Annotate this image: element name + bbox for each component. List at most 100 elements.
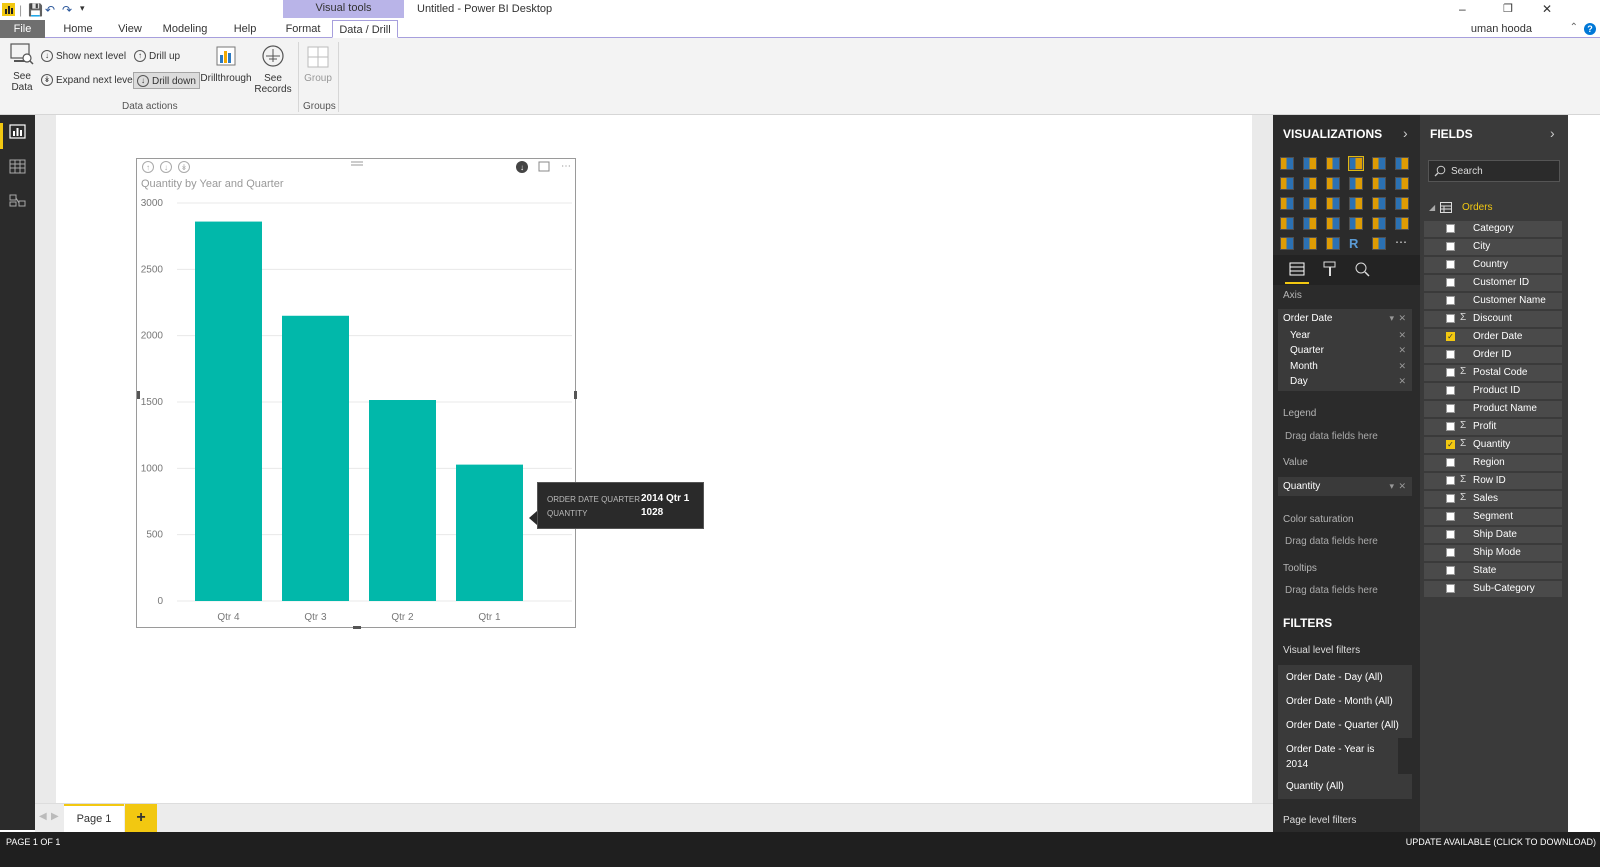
field-ship-date[interactable]: Ship Date xyxy=(1424,527,1562,543)
field-city[interactable]: City xyxy=(1424,239,1562,255)
field-state[interactable]: State xyxy=(1424,563,1562,579)
bar-qtr-2[interactable] xyxy=(369,400,436,601)
field-postal-code[interactable]: Σ Postal Code xyxy=(1424,365,1562,381)
stacked-column-viz-icon[interactable] xyxy=(1303,157,1317,170)
field-segment[interactable]: Segment xyxy=(1424,509,1562,525)
data-view-icon[interactable] xyxy=(9,159,26,174)
filter-order-date-day[interactable]: Order Date - Day (All) xyxy=(1278,665,1412,690)
tab-help[interactable]: Help xyxy=(228,20,262,38)
bar-chart[interactable]: ↑ ↓ ↡ ↓ ⋯ Quantity by Year and Quarter 0… xyxy=(137,159,577,629)
see-records-button[interactable]: See Records xyxy=(254,44,292,95)
field-row-id[interactable]: Σ Row ID xyxy=(1424,473,1562,489)
expand-table-icon[interactable]: ◢ xyxy=(1429,203,1435,212)
100-column-viz-icon[interactable] xyxy=(1395,157,1409,170)
tab-format[interactable]: Format xyxy=(283,20,323,38)
field-checkbox[interactable] xyxy=(1446,296,1455,305)
card-viz-icon[interactable] xyxy=(1349,217,1363,230)
filter-order-date-month[interactable]: Order Date - Month (All) xyxy=(1278,689,1412,714)
axis-well[interactable]: Order Date ▾ ✕ Year ✕ Quarter ✕ Month ✕ … xyxy=(1278,309,1412,391)
more-options-icon[interactable]: ⋯ xyxy=(561,161,571,172)
remove-field-icon[interactable]: ✕ xyxy=(1398,313,1406,324)
remove-level-icon[interactable]: ✕ xyxy=(1398,345,1406,356)
bar-chart-visual[interactable]: ↑ ↓ ↡ ↓ ⋯ Quantity by Year and Quarter 0… xyxy=(136,158,577,629)
field-checkbox[interactable]: ✓ xyxy=(1446,332,1455,341)
see-data-button[interactable]: See Data xyxy=(8,42,36,93)
field-checkbox[interactable] xyxy=(1446,530,1455,539)
tab-modeling[interactable]: Modeling xyxy=(160,20,210,38)
analytics-magnifier-icon[interactable] xyxy=(1354,261,1370,277)
stacked-bar-viz-icon[interactable] xyxy=(1280,157,1294,170)
collapse-fields-icon[interactable]: › xyxy=(1550,125,1555,141)
field-checkbox[interactable] xyxy=(1446,494,1455,503)
filled-map-viz-icon[interactable] xyxy=(1280,217,1294,230)
next-page-icon[interactable]: ▶ xyxy=(51,811,59,822)
more-viz-icon[interactable]: ⋯ xyxy=(1395,236,1409,250)
axis-level-day[interactable]: Day xyxy=(1290,376,1308,387)
tab-view[interactable]: View xyxy=(112,20,148,38)
focus-mode-icon[interactable] xyxy=(538,161,550,172)
area-viz-icon[interactable] xyxy=(1303,177,1317,190)
bar-qtr-3[interactable] xyxy=(282,315,349,601)
line-column-viz-icon[interactable] xyxy=(1349,177,1363,190)
field-sales[interactable]: Σ Sales xyxy=(1424,491,1562,507)
update-available-link[interactable]: UPDATE AVAILABLE (CLICK TO DOWNLOAD) xyxy=(1406,837,1596,847)
r-visual-viz-icon[interactable]: R xyxy=(1349,237,1363,250)
dropdown-icon[interactable]: ▾ xyxy=(1389,481,1394,492)
map-viz-icon[interactable] xyxy=(1395,197,1409,210)
value-well[interactable]: Quantity ▾ ✕ xyxy=(1278,477,1412,496)
collapse-visualizations-icon[interactable]: › xyxy=(1403,125,1408,141)
slicer-viz-icon[interactable] xyxy=(1280,237,1294,250)
scatter-viz-icon[interactable] xyxy=(1303,197,1317,210)
drill-down-button[interactable]: ↓ Drill down xyxy=(133,72,200,89)
globe-viz-icon[interactable] xyxy=(1372,237,1386,250)
table-orders[interactable]: Orders xyxy=(1462,202,1493,213)
remove-level-icon[interactable]: ✕ xyxy=(1398,330,1406,341)
value-field-quantity[interactable]: Quantity xyxy=(1283,481,1320,492)
color-saturation-drop-zone[interactable]: Drag data fields here xyxy=(1285,536,1378,547)
filter-quantity[interactable]: Quantity (All) xyxy=(1278,774,1412,799)
100-bar-viz-icon[interactable] xyxy=(1372,157,1386,170)
field-checkbox[interactable] xyxy=(1446,584,1455,593)
field-checkbox[interactable] xyxy=(1446,242,1455,251)
show-next-level-button[interactable]: ↓ Show next level xyxy=(41,48,126,65)
field-checkbox[interactable] xyxy=(1446,566,1455,575)
field-region[interactable]: Region xyxy=(1424,455,1562,471)
axis-level-year[interactable]: Year xyxy=(1290,330,1310,341)
stacked-area-viz-icon[interactable] xyxy=(1326,177,1340,190)
field-order-date[interactable]: ✓ Order Date xyxy=(1424,329,1562,345)
user-name[interactable]: uman hooda xyxy=(1471,23,1532,35)
line-viz-icon[interactable] xyxy=(1280,177,1294,190)
field-checkbox[interactable] xyxy=(1446,386,1455,395)
field-profit[interactable]: Σ Profit xyxy=(1424,419,1562,435)
field-checkbox[interactable] xyxy=(1446,368,1455,377)
axis-field-order-date[interactable]: Order Date xyxy=(1283,313,1332,324)
tab-home[interactable]: Home xyxy=(58,20,98,38)
field-checkbox[interactable] xyxy=(1446,350,1455,359)
clustered-bar-viz-icon[interactable] xyxy=(1326,157,1340,170)
field-customer-name[interactable]: Customer Name xyxy=(1424,293,1562,309)
field-customer-id[interactable]: Customer ID xyxy=(1424,275,1562,291)
remove-level-icon[interactable]: ✕ xyxy=(1398,376,1406,387)
multi-row-card-viz-icon[interactable] xyxy=(1372,217,1386,230)
field-category[interactable]: Category xyxy=(1424,221,1562,237)
collapse-ribbon-icon[interactable]: ⌃ xyxy=(1570,22,1578,33)
restore-icon[interactable]: ❐ xyxy=(1503,2,1513,15)
line-clustered-viz-icon[interactable] xyxy=(1372,177,1386,190)
field-checkbox[interactable] xyxy=(1446,314,1455,323)
donut-viz-icon[interactable] xyxy=(1349,197,1363,210)
pie-viz-icon[interactable] xyxy=(1326,197,1340,210)
field-checkbox[interactable] xyxy=(1446,458,1455,467)
field-checkbox[interactable]: ✓ xyxy=(1446,440,1455,449)
group-button[interactable]: Group xyxy=(302,44,334,84)
gauge-viz-icon[interactable] xyxy=(1326,217,1340,230)
fields-well-icon[interactable] xyxy=(1289,261,1305,277)
add-page-button[interactable]: + xyxy=(125,804,157,833)
tab-file[interactable]: File xyxy=(0,20,45,38)
field-checkbox[interactable] xyxy=(1446,260,1455,269)
field-checkbox[interactable] xyxy=(1446,404,1455,413)
field-checkbox[interactable] xyxy=(1446,512,1455,521)
remove-level-icon[interactable]: ✕ xyxy=(1398,361,1406,372)
drillthrough-button[interactable]: Drillthrough xyxy=(200,44,252,84)
relationships-view-icon[interactable] xyxy=(9,193,26,208)
tab-data-drill[interactable]: Data / Drill xyxy=(332,20,398,38)
